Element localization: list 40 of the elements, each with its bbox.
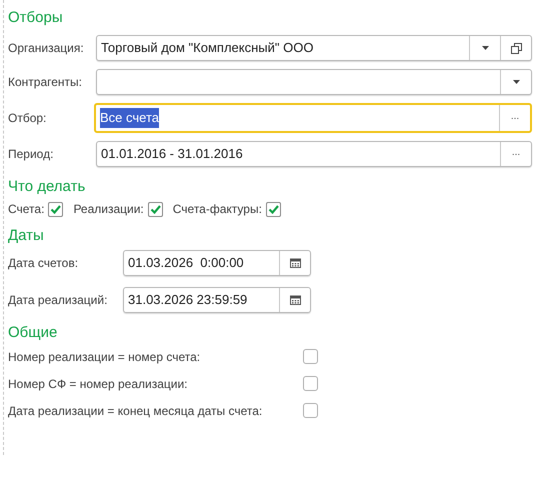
checkbox[interactable] xyxy=(148,202,163,216)
calendar-icon xyxy=(290,258,300,268)
field-label: Контрагенты: xyxy=(8,74,84,91)
field-label: Период: xyxy=(8,146,54,163)
checkbox-label: Счета: xyxy=(8,201,44,218)
calendar-icon xyxy=(290,295,300,305)
input-field[interactable]: Торговый дом "Комплексный" ООО xyxy=(96,35,532,61)
dropdown-icon xyxy=(482,46,488,50)
field-value: 01.01.2016 - 31.01.2016 xyxy=(101,145,243,164)
field-label: Организация: xyxy=(8,40,85,57)
section-heading: Отборы xyxy=(8,8,64,28)
field-label: Отбор: xyxy=(8,110,48,127)
checkbox[interactable] xyxy=(303,403,318,418)
field-value: Торговый дом "Комплексный" ООО xyxy=(101,39,314,58)
field-value: Все счета xyxy=(100,108,159,128)
open-window-icon xyxy=(510,42,522,54)
checkbox-label: Дата реализации = конец месяца даты счета: xyxy=(8,402,264,420)
checkbox[interactable] xyxy=(303,376,318,391)
input-field[interactable]: Все счета ... xyxy=(94,103,532,133)
checkbox-label: Счета-фактуры: xyxy=(172,201,262,218)
checkbox-label: Реализации: xyxy=(73,201,144,218)
field-value: 01.03.2026 0:00:00 xyxy=(128,254,244,272)
checkbox[interactable] xyxy=(303,349,318,364)
field-label: Дата счетов: xyxy=(8,255,80,272)
checkbox-label: Номер реализации = номер счета: xyxy=(8,348,202,366)
section-heading: Даты xyxy=(8,226,45,246)
field-value: 31.03.2026 23:59:59 xyxy=(128,291,248,310)
input-field[interactable] xyxy=(96,69,532,95)
checkbox-label: Номер СФ = номер реализации: xyxy=(8,376,188,392)
checkbox[interactable] xyxy=(48,202,64,216)
dropdown-icon xyxy=(512,80,520,84)
date-field[interactable]: 31.03.2026 23:59:59 xyxy=(123,287,311,313)
more-button[interactable]: ... xyxy=(500,142,531,166)
section-heading: Общие xyxy=(8,323,58,343)
checkbox[interactable] xyxy=(266,202,281,216)
input-field[interactable]: 01.01.2016 - 31.01.2016 ... xyxy=(96,141,532,167)
date-field[interactable]: 01.03.2026 0:00:00 xyxy=(123,250,311,276)
field-label: Дата реализаций: xyxy=(8,292,108,309)
section-heading: Что делать xyxy=(8,177,86,197)
more-button[interactable]: ... xyxy=(499,105,530,131)
